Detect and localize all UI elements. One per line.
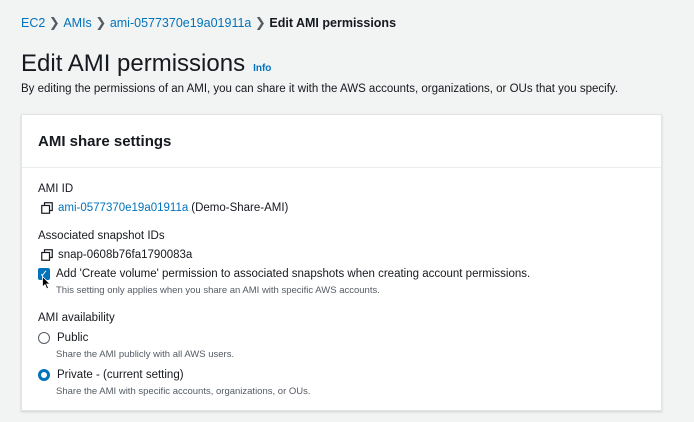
ami-id-label: AMI ID [38,183,74,195]
breadcrumb: EC2 ❯ AMIs ❯ ami-0577370e19a01911a ❯ Edi… [21,15,396,31]
private-radio[interactable] [38,369,50,381]
breadcrumb-ec2[interactable]: EC2 [21,16,45,30]
breadcrumb-amis[interactable]: AMIs [63,16,91,30]
breadcrumb-current: Edit AMI permissions [269,16,397,30]
page-title: Edit AMI permissions [21,50,246,77]
breadcrumb-ami-id[interactable]: ami-0577370e19a01911a [110,16,252,30]
public-label: Public [57,332,89,344]
chevron-right-icon: ❯ [254,15,266,30]
ami-name: (Demo-Share-AMI) [191,202,289,214]
private-hint: Share the AMI with specific accounts, or… [56,386,311,397]
private-label: Private - (current setting) [57,369,184,381]
radio-public-row[interactable]: Public [38,332,88,344]
panel-header: AMI share settings [22,115,661,168]
public-hint: Share the AMI publicly with all AWS user… [56,349,235,360]
ami-id-link[interactable]: ami-0577370e19a01911a [58,202,188,214]
create-volume-label: Add 'Create volume' permission to associ… [56,268,531,280]
create-volume-hint: This setting only applies when you share… [56,285,380,296]
ami-id-row: ami-0577370e19a01911a (Demo-Share-AMI) [41,202,288,214]
snapshot-ids-label: Associated snapshot IDs [38,230,165,242]
ami-availability-label: AMI availability [38,312,115,324]
mouse-cursor-icon [42,276,51,290]
chevron-right-icon: ❯ [48,15,60,30]
public-radio[interactable] [38,332,50,344]
ami-share-settings-panel: AMI share settings AMI ID ami-0577370e19… [21,114,662,411]
snapshot-id-row: snap-0608b76fa1790083a [41,249,192,261]
radio-private-row[interactable]: Private - (current setting) [38,369,184,381]
title-row: Edit AMI permissions Info [21,50,271,78]
page-description: By editing the permissions of an AMI, yo… [21,83,619,95]
copy-icon[interactable] [41,249,53,261]
info-link[interactable]: Info [253,63,271,74]
snapshot-id: snap-0608b76fa1790083a [58,249,193,261]
panel-title: AMI share settings [38,132,172,150]
chevron-right-icon: ❯ [95,15,107,30]
copy-icon[interactable] [41,202,53,214]
create-volume-permission-checkbox-row[interactable]: ✓ Add 'Create volume' permission to asso… [38,268,530,280]
